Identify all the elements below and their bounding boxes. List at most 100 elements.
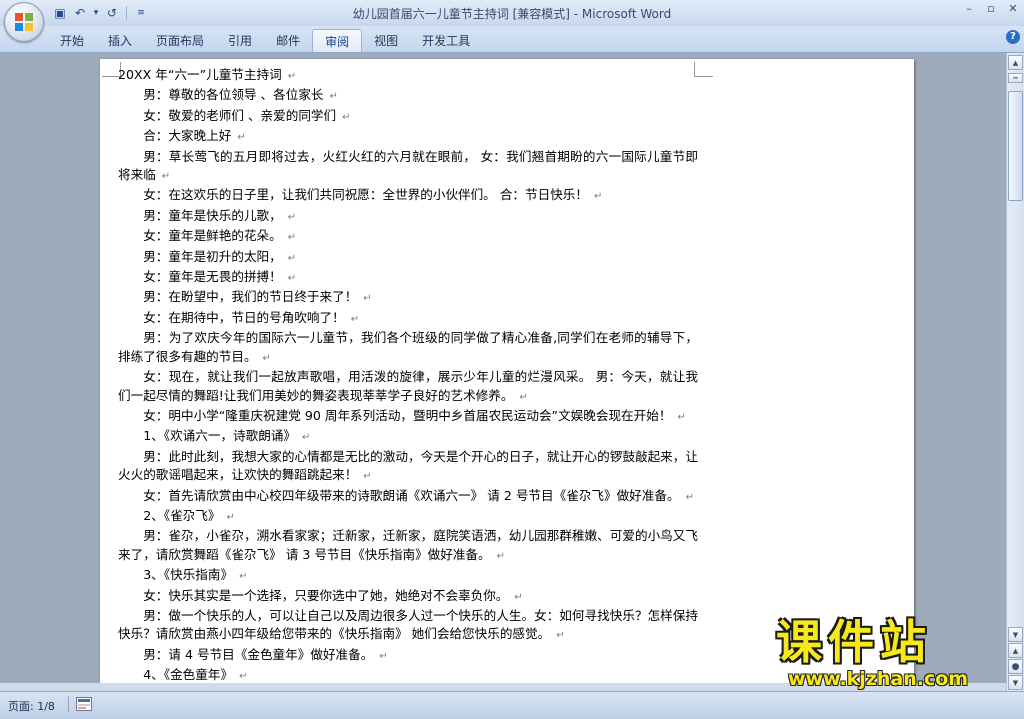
ribbon-tab[interactable]: 视图: [362, 29, 410, 51]
help-icon[interactable]: ?: [1006, 30, 1020, 44]
document-workspace: 20XX 年“六一”儿童节主持词 ↵ 男：尊敬的各位领导 、各位家长 ↵ 女：敬爱的老师…: [0, 53, 1006, 691]
paragraph-mark-icon: ↵: [302, 432, 311, 444]
paragraph-text: 男：请 4 号节目《金色童年》做好准备。: [143, 646, 374, 662]
paragraph-mark-icon: ↵: [161, 171, 171, 183]
proofing-icon[interactable]: [76, 697, 92, 711]
paragraph-mark-icon: ↵: [329, 91, 338, 103]
document-paragraph[interactable]: 男：雀尕，小雀尕，溯水看家家；迁新家，迁新家，庭院笑语洒，幼儿园那群稚嫩、可爱的…: [118, 527, 698, 566]
paragraph-mark-icon: ↵: [496, 550, 506, 562]
status-separator: [68, 696, 69, 712]
ribbon-tab[interactable]: 审阅: [312, 29, 363, 52]
document-paragraph[interactable]: 女：童年是无畏的拼搏！ ↵: [118, 268, 698, 288]
paragraph-text: 男：雀尕，小雀尕，溯水看家家；迁新家，迁新家，庭院笑语洒，幼儿园那群稚嫩、可爱的…: [118, 528, 698, 562]
scroll-down-button[interactable]: ▼: [1008, 627, 1023, 642]
document-paragraph[interactable]: 1、《欢诵六一，诗歌朗诵》 ↵: [118, 427, 698, 447]
ribbon-tab[interactable]: 开发工具: [410, 29, 482, 51]
paragraph-mark-icon: ↵: [677, 411, 686, 423]
paragraph-mark-icon: ↵: [239, 571, 248, 583]
ribbon-tab[interactable]: 开始: [48, 29, 96, 51]
paragraph-text: 男：此时此刻，我想大家的心情都是无比的激动，今天是个开心的日子，就让开心的锣鼓敲…: [118, 448, 698, 483]
paragraph-mark-icon: ↵: [363, 471, 372, 483]
paragraph-mark-icon: ↵: [514, 591, 523, 603]
document-paragraph[interactable]: 男：童年是快乐的儿歌， ↵: [118, 207, 698, 227]
page-count[interactable]: 页面: 1/8: [8, 698, 55, 714]
ribbon-tab[interactable]: 页面布局: [144, 29, 216, 51]
minimize-button[interactable]: –: [962, 2, 976, 15]
paragraph-text: 女：明中小学“隆重庆祝建党 90 周年系列活动，暨明中乡首届农民运动会”文娱晚会…: [143, 407, 672, 423]
vertical-scrollbar[interactable]: ▲ ═ ▼ ▲ ● ▼: [1006, 53, 1024, 691]
document-paragraph[interactable]: 女：首先请欣赏由中心校四年级带来的诗歌朗诵《欢诵六一》 请 2 号节目《雀尕飞》…: [118, 487, 698, 507]
split-handle[interactable]: ═: [1008, 73, 1023, 83]
paragraph-mark-icon: ↵: [363, 293, 372, 305]
paragraph-text: 女：童年是无畏的拼搏！: [143, 269, 282, 285]
paragraph-text: 女：在期待中，节日的号角吹响了！: [143, 309, 345, 325]
next-page-button[interactable]: ▼: [1008, 675, 1023, 690]
scroll-thumb[interactable]: [1008, 91, 1023, 201]
document-paragraph[interactable]: 3、《快乐指南》 ↵: [118, 566, 698, 586]
document-paragraph[interactable]: 女：在期待中，节日的号角吹响了！ ↵: [118, 309, 698, 329]
document-paragraph[interactable]: 男：童年是初升的太阳， ↵: [118, 248, 698, 268]
restore-button[interactable]: ▫: [984, 2, 998, 15]
document-paragraph[interactable]: 女：敬爱的老师们 、亲爱的同学们 ↵: [118, 107, 698, 127]
paragraph-text: 男：尊敬的各位领导 、各位家长: [143, 87, 324, 103]
ribbon-tab[interactable]: 引用: [216, 29, 264, 51]
document-paragraph[interactable]: 男：尊敬的各位领导 、各位家长 ↵: [118, 86, 698, 106]
document-paragraph[interactable]: 女：快乐其实是一个选择，只要你选中了她，她绝对不会辜负你。 ↵: [118, 587, 698, 607]
paragraph-mark-icon: ↵: [685, 491, 694, 503]
paragraph-mark-icon: ↵: [287, 71, 297, 82]
paragraph-mark-icon: ↵: [519, 391, 528, 403]
ribbon-tab[interactable]: 插入: [96, 29, 144, 51]
paragraph-mark-icon: ↵: [350, 313, 360, 325]
paragraph-text: 2、《雀尕飞》: [143, 507, 221, 523]
office-logo-icon: [15, 13, 33, 31]
document-paragraph[interactable]: 2、《雀尕飞》 ↵: [118, 507, 698, 527]
paragraph-text: 男：做一个快乐的人，可以让自己以及周边很多人过一个快乐的人生。女：如何寻找快乐？…: [118, 607, 698, 642]
paragraph-mark-icon: ↵: [379, 650, 388, 662]
paragraph-text: 男：童年是初升的太阳，: [143, 248, 282, 264]
paragraph-text: 女：快乐其实是一个选择，只要你选中了她，她绝对不会辜负你。: [143, 587, 509, 603]
paragraph-mark-icon: ↵: [593, 191, 603, 203]
paragraph-mark-icon: ↵: [237, 132, 246, 144]
document-paragraph[interactable]: 男：在盼望中，我们的节日终于来了！ ↵: [118, 288, 698, 308]
document-body[interactable]: 20XX 年“六一”儿童节主持词 ↵ 男：尊敬的各位领导 、各位家长 ↵ 女：敬爱的老师…: [118, 66, 698, 691]
paragraph-text: 1、《欢诵六一，诗歌朗诵》: [143, 428, 297, 444]
paragraph-mark-icon: ↵: [287, 252, 297, 264]
paragraph-text: 女：在这欢乐的日子里，让我们共同祝愿：全世界的小伙伴们。 合：节日快乐！: [143, 187, 588, 203]
paragraph-mark-icon: ↵: [262, 352, 271, 364]
office-button[interactable]: [4, 2, 44, 42]
document-paragraph[interactable]: 男：草长莺飞的五月即将过去，火红火红的六月就在眼前， 女：我们翘首期盼的六一国际…: [118, 148, 698, 187]
document-paragraph[interactable]: 女：童年是鲜艳的花朵。 ↵: [118, 227, 698, 247]
select-browse-object-button[interactable]: ●: [1008, 659, 1023, 674]
document-paragraph[interactable]: 20XX 年“六一”儿童节主持词 ↵: [118, 66, 698, 86]
paragraph-mark-icon: ↵: [556, 630, 565, 642]
document-paragraph[interactable]: 男：请 4 号节目《金色童年》做好准备。 ↵: [118, 646, 698, 666]
paragraph-text: 男：童年是快乐的儿歌，: [143, 207, 282, 223]
document-paragraph[interactable]: 女：现在，就让我们一起放声歌唱，用活泼的旋律，展示少年儿童的烂漫风采。 男：今天…: [118, 368, 698, 407]
paragraph-text: 男：为了欢庆今年的国际六一儿童节，我们各个班级的同学做了精心准备,同学们在老师的…: [118, 330, 698, 364]
document-paragraph[interactable]: 男：做一个快乐的人，可以让自己以及周边很多人过一个快乐的人生。女：如何寻找快乐？…: [118, 607, 698, 646]
paragraph-text: 男：在盼望中，我们的节日终于来了！: [143, 289, 358, 305]
scroll-up-button[interactable]: ▲: [1008, 55, 1023, 70]
paragraph-text: 3、《快乐指南》: [143, 567, 234, 583]
paragraph-text: 女：现在，就让我们一起放声歌唱，用活泼的旋律，展示少年儿童的烂漫风采。 男：今天…: [118, 369, 698, 403]
document-paragraph[interactable]: 合：大家晚上好 ↵: [118, 127, 698, 147]
paragraph-mark-icon: ↵: [287, 273, 297, 285]
paragraph-mark-icon: ↵: [226, 511, 235, 523]
document-paragraph[interactable]: 女：在这欢乐的日子里，让我们共同祝愿：全世界的小伙伴们。 合：节日快乐！ ↵: [118, 186, 698, 206]
ribbon-tab[interactable]: 邮件: [264, 29, 312, 51]
document-paragraph[interactable]: 男：为了欢庆今年的国际六一儿童节，我们各个班级的同学做了精心准备,同学们在老师的…: [118, 329, 698, 368]
document-paragraph[interactable]: 女：明中小学“隆重庆祝建党 90 周年系列活动，暨明中乡首届农民运动会”文娱晚会…: [118, 407, 698, 427]
document-paragraph[interactable]: 男：此时此刻，我想大家的心情都是无比的激动，今天是个开心的日子，就让开心的锣鼓敲…: [118, 448, 698, 487]
close-button[interactable]: ✕: [1006, 2, 1020, 15]
window-controls: – ▫ ✕: [962, 2, 1020, 15]
horizontal-scrollbar[interactable]: [0, 683, 1006, 691]
previous-page-button[interactable]: ▲: [1008, 643, 1023, 658]
paragraph-mark-icon: ↵: [239, 671, 248, 683]
title-bar: ▣ ↶ ▾ ↺ ≡ 幼儿园首届六一儿童节主持词 [兼容模式] - Microso…: [0, 0, 1024, 26]
paragraph-text: 女：首先请欣赏由中心校四年级带来的诗歌朗诵《欢诵六一》 请 2 号节目《雀尕飞》…: [143, 487, 680, 503]
paragraph-mark-icon: ↵: [287, 232, 297, 244]
ribbon-tab-bar: 开始 插入 页面布局 引用 邮件 审阅 视图 开发工具: [0, 26, 1024, 53]
paragraph-text: 女：童年是鲜艳的花朵。: [143, 228, 282, 244]
paragraph-text: 男：草长莺飞的五月即将过去，火红火红的六月就在眼前， 女：我们翘首期盼的六一国际…: [118, 148, 698, 183]
paragraph-text: 4、《金色童年》: [143, 667, 234, 683]
